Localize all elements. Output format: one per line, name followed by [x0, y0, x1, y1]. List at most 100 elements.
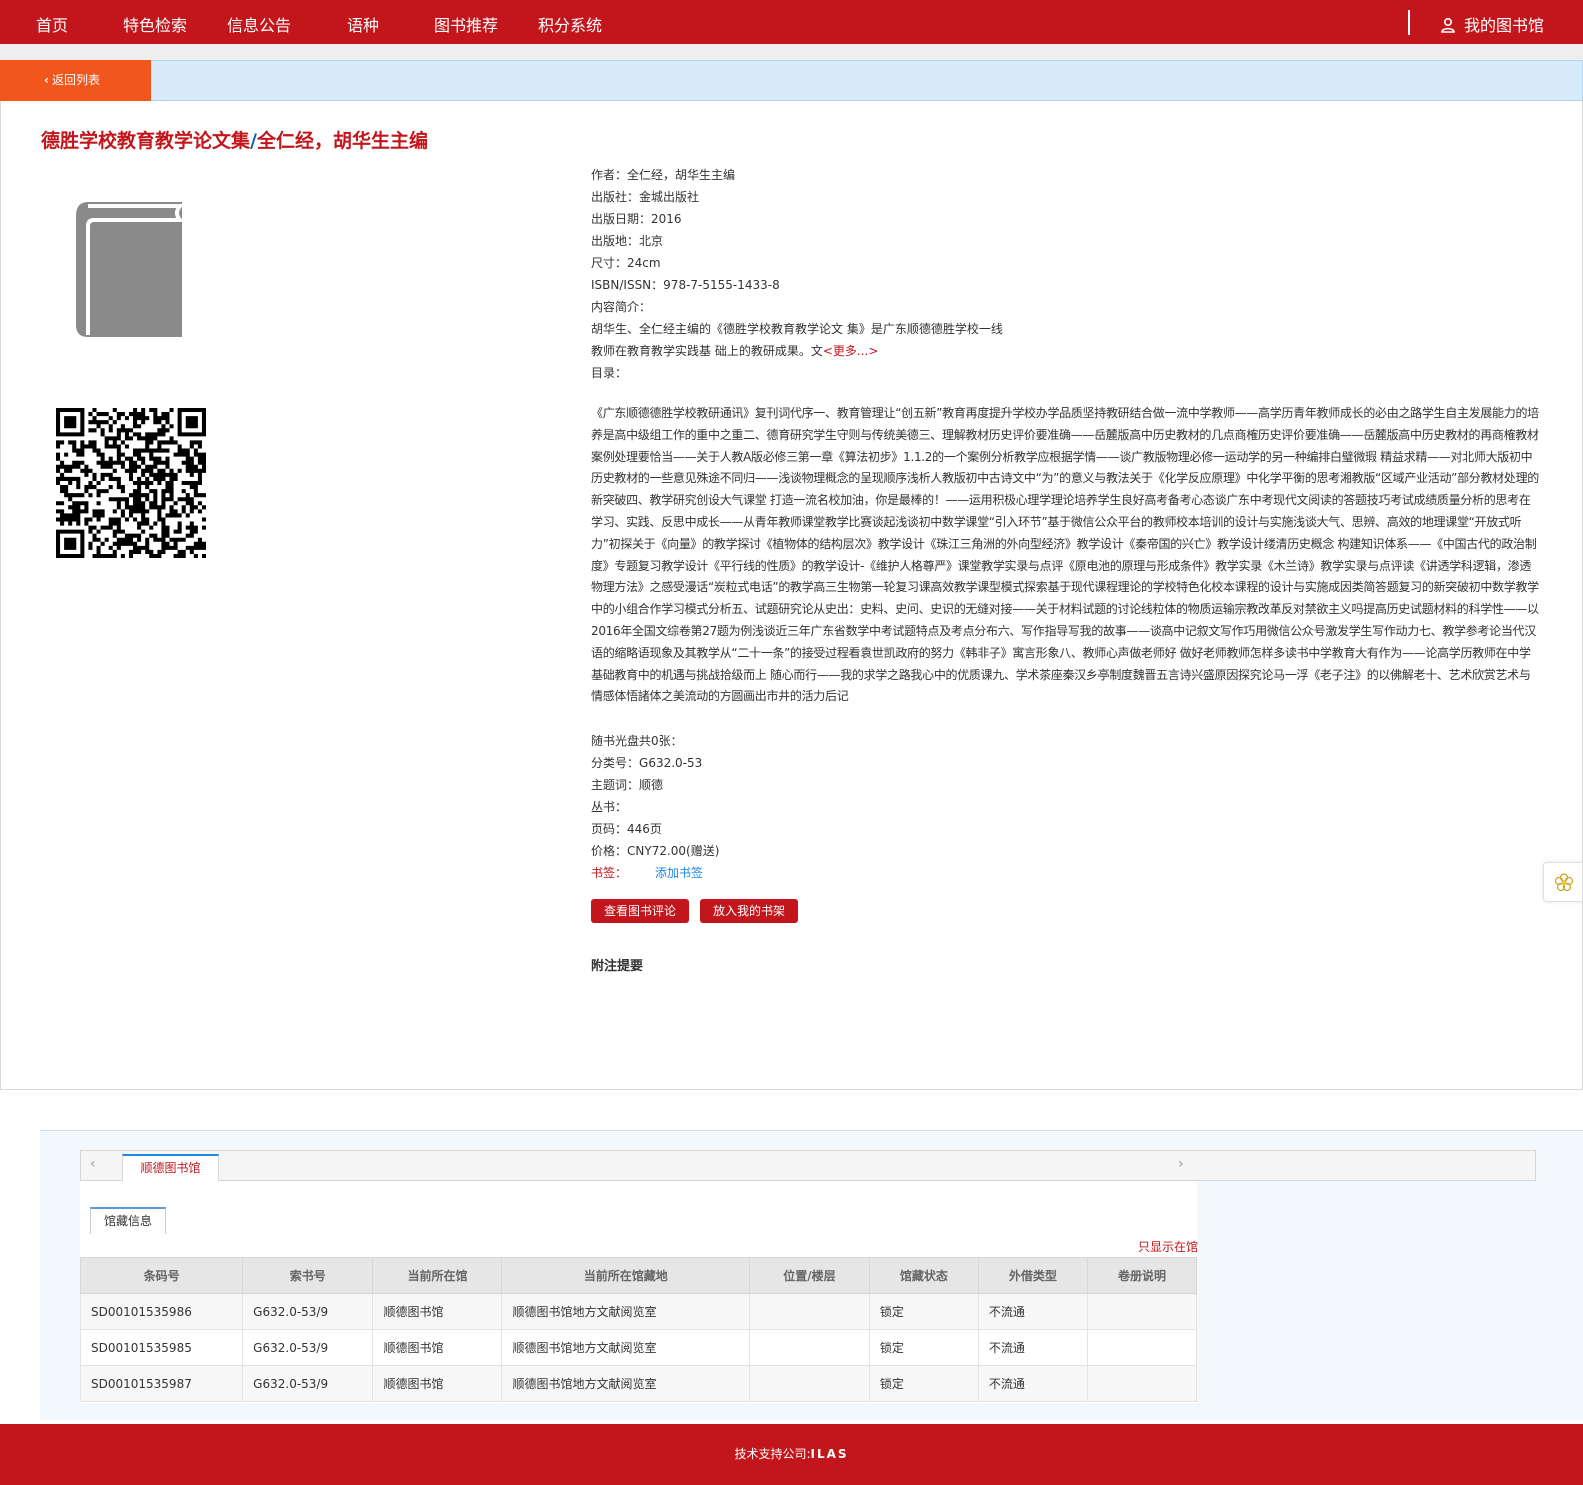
my-library-label: 我的图书馆	[1464, 16, 1545, 35]
chevron-left-icon: ‹	[44, 73, 49, 87]
qr-code	[56, 408, 206, 558]
footer-label: 技术支持公司:	[734, 1447, 811, 1461]
nav-book-recommend[interactable]: 图书推荐	[434, 12, 498, 36]
col-loan-type: 外借类型	[977, 1257, 1088, 1294]
meta-label: 出版地：	[591, 234, 640, 248]
summary-line-2: 教师在教育教学实践基 础上的教研成果。文<更多...>	[591, 340, 1541, 362]
cell-barcode: SD00101535985	[79, 1329, 244, 1366]
bookmark-label: 书签：	[591, 866, 628, 880]
col-current-library: 当前所在馆	[372, 1257, 503, 1294]
tab-shunde-library[interactable]: 顺德图书馆	[122, 1154, 219, 1182]
cell-library: 顺德图书馆	[372, 1329, 503, 1366]
meta-publisher: 出版社：金城出版社	[591, 186, 1541, 208]
meta-price: 价格：CNY72.00(赠送)	[591, 840, 719, 862]
meta-value: 24cm	[627, 256, 661, 270]
nav-announcements[interactable]: 信息公告	[227, 12, 291, 36]
table-of-contents: 《广东顺德德胜学校教研通讯》复刊词代序一、教育管理让“创五新”教育再度提升学校办…	[591, 406, 1539, 704]
nav-languages[interactable]: 语种	[347, 12, 379, 36]
top-nav: 首页 特色检索 信息公告 语种 图书推荐 积分系统 我的图书馆	[0, 0, 1583, 44]
meta-label: 作者：	[591, 168, 628, 182]
col-status: 馆藏状态	[868, 1257, 979, 1294]
col-barcode: 条码号	[79, 1257, 244, 1294]
cell-floor	[748, 1365, 870, 1402]
meta-value: 446页	[627, 822, 662, 836]
meta-value: 全仁经，胡华生主编	[627, 168, 736, 182]
meta-label: 价格：	[591, 844, 628, 858]
user-icon	[1441, 17, 1455, 33]
col-position-floor: 位置/楼层	[748, 1257, 870, 1294]
back-to-list-button[interactable]: ‹ 返回列表	[0, 60, 151, 101]
cell-call-number: G632.0-53/9	[242, 1293, 374, 1330]
floating-tool-button[interactable]	[1543, 862, 1583, 902]
cell-barcode: SD00101535986	[79, 1293, 244, 1330]
cell-status: 锁定	[868, 1293, 979, 1330]
meta-label: 随书光盘共0张：	[591, 734, 683, 748]
toc-label: 目录：	[591, 366, 628, 380]
book-title-main: 德胜学校教育教学论文集	[41, 130, 251, 152]
nav-feature-search[interactable]: 特色检索	[123, 12, 187, 36]
meta-label: 页码：	[591, 822, 628, 836]
meta-value: 2016	[651, 212, 682, 226]
meta-label: 分类号：	[591, 756, 640, 770]
chevron-left-icon[interactable]: ‹	[90, 1156, 96, 1172]
add-to-shelf-button[interactable]: 放入我的书架	[700, 899, 798, 923]
meta-value: 顺德	[639, 778, 664, 792]
meta-isbn: ISBN/ISSN：978-7-5155-1433-8	[591, 274, 1541, 296]
cell-library: 顺德图书馆	[372, 1365, 503, 1402]
title-separator: /	[250, 130, 257, 152]
meta-label: 丛书：	[591, 800, 628, 814]
cell-volume-note	[1086, 1365, 1198, 1402]
cell-loan-type: 不流通	[977, 1365, 1088, 1402]
book-metadata-extra: 随书光盘共0张： 分类号：G632.0-53 主题词：顺德 丛书： 页码：446…	[591, 730, 719, 884]
meta-author: 作者：全仁经，胡华生主编	[591, 164, 1541, 186]
my-library-link[interactable]: 我的图书馆	[1440, 12, 1544, 36]
meta-label: 尺寸：	[591, 256, 628, 270]
footer-company: ILAS	[810, 1447, 849, 1461]
nav-home[interactable]: 首页	[36, 12, 68, 36]
book-title: 德胜学校教育教学论文集/全仁经，胡华生主编	[41, 126, 428, 153]
book-metadata: 作者：全仁经，胡华生主编 出版社：金城出版社 出版日期：2016 出版地：北京 …	[591, 164, 1541, 384]
meta-subject: 主题词：顺德	[591, 774, 719, 796]
meta-series: 丛书：	[591, 796, 719, 818]
meta-label: ISBN/ISSN：	[591, 278, 664, 292]
view-reviews-button[interactable]: 查看图书评论	[591, 899, 689, 923]
meta-cd-count: 随书光盘共0张：	[591, 730, 719, 752]
meta-label: 出版日期：	[591, 212, 652, 226]
library-tabstrip	[80, 1150, 1536, 1181]
meta-value: 978-7-5155-1433-8	[663, 278, 780, 292]
cell-floor	[748, 1293, 870, 1330]
table-row: SD00101535987 G632.0-53/9 顺德图书馆 顺德图书馆地方文…	[79, 1365, 1198, 1402]
add-bookmark-link[interactable]: 添加书签	[655, 866, 703, 880]
bookmark-row: 书签： 添加书签	[591, 862, 719, 884]
back-to-list-label: 返回列表	[51, 73, 100, 87]
nav-divider	[1408, 10, 1410, 35]
meta-class-number: 分类号：G632.0-53	[591, 752, 719, 774]
nav-points-system[interactable]: 积分系统	[538, 12, 602, 36]
meta-value: 金城出版社	[639, 190, 700, 204]
tab-holdings-info[interactable]: 馆藏信息	[90, 1207, 166, 1234]
cell-call-number: G632.0-53/9	[242, 1329, 374, 1366]
only-in-library-filter[interactable]: 只显示在馆	[1138, 1238, 1198, 1255]
meta-label: 主题词：	[591, 778, 640, 792]
cell-status: 锁定	[868, 1329, 979, 1366]
cell-location: 顺德图书馆地方文献阅览室	[501, 1293, 750, 1330]
table-row: SD00101535985 G632.0-53/9 顺德图书馆 顺德图书馆地方文…	[79, 1329, 1198, 1366]
table-header-row: 条码号 索书号 当前所在馆 当前所在馆藏地 位置/楼层 馆藏状态 外借类型 卷册…	[79, 1257, 1198, 1294]
more-link[interactable]: <更多...>	[823, 344, 879, 358]
col-volume-note: 卷册说明	[1086, 1257, 1198, 1294]
meta-pub-date: 出版日期：2016	[591, 208, 1541, 230]
cell-location: 顺德图书馆地方文献阅览室	[501, 1329, 750, 1366]
cell-floor	[748, 1329, 870, 1366]
cell-location: 顺德图书馆地方文献阅览室	[501, 1365, 750, 1402]
cell-call-number: G632.0-53/9	[242, 1365, 374, 1402]
nav-shadow-strip	[0, 44, 1583, 60]
book-icon	[76, 202, 185, 337]
book-responsibility: 全仁经，胡华生主编	[256, 130, 428, 152]
flower-icon	[1554, 873, 1574, 892]
qr-modules	[56, 408, 206, 558]
meta-value: CNY72.00(赠送)	[627, 844, 720, 858]
col-current-location: 当前所在馆藏地	[501, 1257, 750, 1294]
chevron-right-icon[interactable]: ›	[1178, 1156, 1184, 1172]
meta-value: 北京	[639, 234, 664, 248]
summary-text: 教师在教育教学实践基 础上的教研成果。文	[591, 344, 823, 358]
